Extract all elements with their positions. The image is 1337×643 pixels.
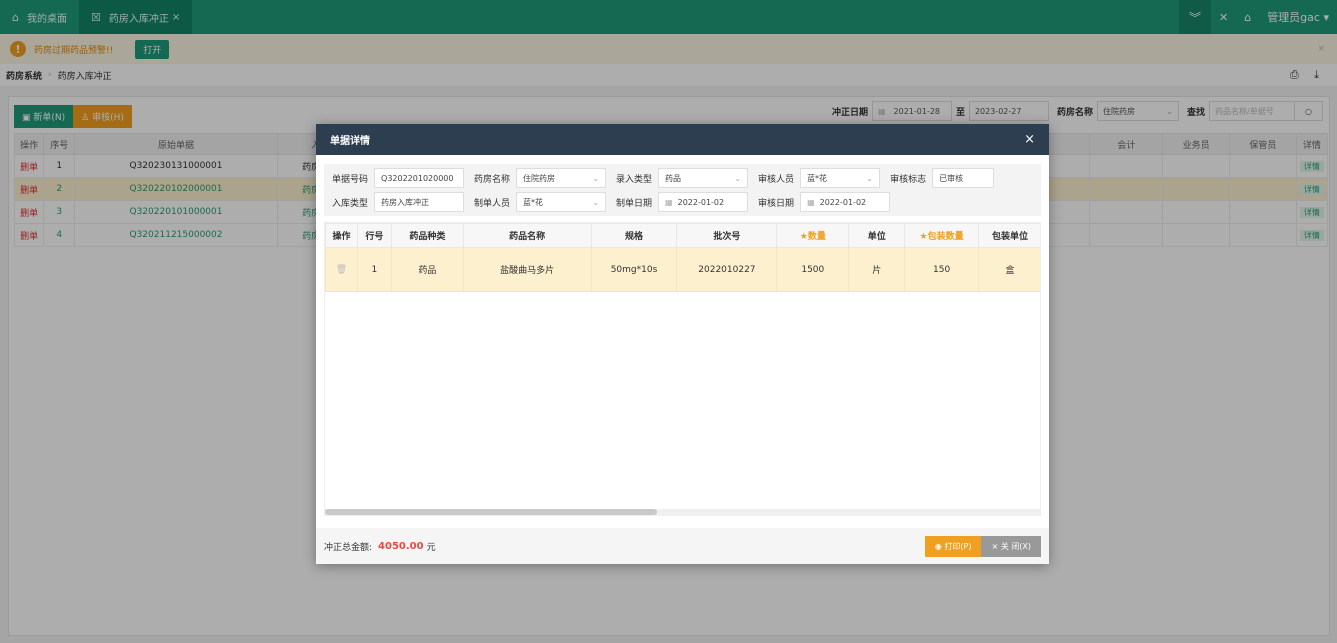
detail-header: 规格	[590, 223, 678, 248]
maker-label: 制单人员	[474, 198, 511, 209]
auditor-label: 审核人员	[758, 174, 795, 185]
table-row[interactable]: 🗑 1 药品 盐酸曲马多片 50mg*10s 2022010227 1500 片…	[325, 247, 1040, 292]
detail-header: 操作	[325, 223, 358, 248]
form-row-2: 入库类型 药房入库冲正 制单人员 蓝*花 ⌄ 制单日期 ▦ 2022-01-02 审…	[332, 192, 900, 212]
make-date-input[interactable]: ▦ 2022-01-02	[658, 192, 749, 212]
detail-header: 药品种类	[390, 223, 464, 248]
detail-header: 单位	[848, 223, 906, 248]
detail-table-container: 操作 行号 药品种类 药品名称 规格 批次号 ★数量 单位 ★包装数量 包装单位…	[324, 222, 1041, 516]
make-date-label: 制单日期	[616, 198, 653, 209]
total-label: 冲正总金额:	[324, 542, 373, 553]
cell-kind: 药品	[390, 247, 464, 292]
calendar-icon: ▦	[665, 197, 673, 207]
detail-header: 行号	[356, 223, 392, 248]
cell-spec: 50mg*10s	[590, 247, 678, 292]
detail-header-pack-qty: ★包装数量	[904, 223, 980, 248]
document-detail-modal: 单据详情 × 单据号码 Q3202201020000 药房名称 住院药房 ⌄ 录入…	[316, 124, 1049, 564]
audit-flag-label: 审核标志	[890, 174, 927, 185]
detail-table: 操作 行号 药品种类 药品名称 规格 批次号 ★数量 单位 ★包装数量 包装单位…	[325, 223, 1040, 292]
detail-header: 包装单位	[978, 223, 1040, 248]
detail-form: 单据号码 Q3202201020000 药房名称 住院药房 ⌄ 录入类型 药品 ⌄ …	[324, 164, 1041, 216]
entry-type-select[interactable]: 药品 ⌄	[658, 168, 749, 188]
currency-label: 元	[426, 542, 436, 553]
modal-close-icon[interactable]: ×	[1024, 132, 1035, 147]
audit-date-label: 审核日期	[758, 198, 795, 209]
horizontal-scrollbar[interactable]	[325, 509, 1040, 515]
close-icon: ×	[991, 541, 999, 551]
total-amount: 4050.00	[378, 540, 424, 552]
cell-name: 盐酸曲马多片	[462, 247, 592, 292]
detail-header: 批次号	[676, 223, 778, 248]
doc-no-label: 单据号码	[332, 174, 369, 185]
trash-icon[interactable]: 🗑	[325, 247, 358, 292]
pharmacy-select[interactable]: 住院药房 ⌄	[516, 168, 607, 188]
entry-type-label: 录入类型	[616, 174, 653, 185]
cell-batch: 2022010227	[676, 247, 778, 292]
auditor-select[interactable]: 蓝*花 ⌄	[800, 168, 881, 188]
chevron-down-icon: ⌄	[592, 173, 600, 183]
calendar-icon: ▦	[807, 197, 815, 207]
in-type-label: 入库类型	[332, 198, 369, 209]
audit-date-input[interactable]: ▦ 2022-01-02	[800, 192, 891, 212]
print-button[interactable]: ◉ 打印(P)	[924, 535, 982, 557]
detail-header: 药品名称	[462, 223, 592, 248]
audit-flag-field[interactable]: 已审核	[932, 168, 995, 188]
maker-select[interactable]: 蓝*花 ⌄	[516, 192, 607, 212]
eye-icon: ◉	[934, 541, 942, 551]
detail-header-qty: ★数量	[776, 223, 850, 248]
modal-title: 单据详情	[330, 136, 370, 147]
modal-footer: 冲正总金额: 4050.00 元 ◉ 打印(P) × 关 闭(X)	[316, 528, 1049, 564]
doc-no-field[interactable]: Q3202201020000	[374, 168, 465, 188]
form-row-1: 单据号码 Q3202201020000 药房名称 住院药房 ⌄ 录入类型 药品 ⌄ …	[332, 168, 1004, 188]
close-button[interactable]: × 关 闭(X)	[981, 535, 1041, 557]
chevron-down-icon: ⌄	[592, 197, 600, 207]
cell-pack-unit: 盒	[978, 247, 1040, 292]
chevron-down-icon: ⌄	[866, 173, 874, 183]
scrollbar-thumb[interactable]	[325, 509, 657, 515]
pharmacy-label: 药房名称	[474, 174, 511, 185]
cell-line: 1	[356, 247, 392, 292]
cell-unit: 片	[848, 247, 906, 292]
cell-pack-qty[interactable]: 150	[904, 247, 980, 292]
modal-header: 单据详情 ×	[316, 124, 1049, 155]
chevron-down-icon: ⌄	[734, 173, 742, 183]
cell-qty[interactable]: 1500	[776, 247, 850, 292]
in-type-field[interactable]: 药房入库冲正	[374, 192, 465, 212]
